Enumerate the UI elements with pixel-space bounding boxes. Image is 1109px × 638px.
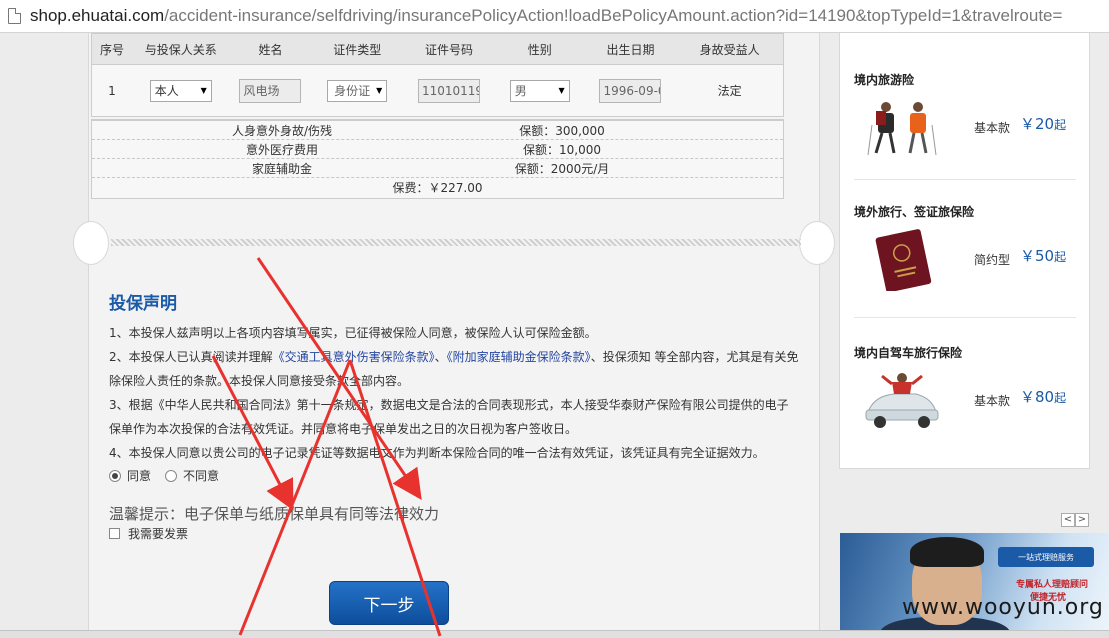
col-header-index: 序号 (99, 42, 124, 57)
clause-link-transport[interactable]: 《交通工具意外伤害保险条款》 (273, 350, 435, 364)
hikers-image (864, 95, 940, 159)
chevron-down-icon: ▼ (558, 86, 565, 95)
col-header-id-type: 证件类型 (333, 42, 382, 57)
disagree-radio[interactable] (165, 469, 178, 482)
ticket-notch-right (799, 221, 835, 265)
coverage-amount: 保额：10,000 (523, 142, 601, 157)
product-card-selfdrive[interactable]: 境内自驾车旅行保险 基本款 ￥80起 (854, 344, 1076, 444)
next-step-button[interactable]: 下一步 (329, 581, 449, 625)
banner-headline: 专属私人理赔顾问 (1016, 580, 1089, 590)
ticket-notch-left (73, 221, 109, 265)
product-title: 境内自驾车旅行保险 (854, 346, 963, 360)
col-header-name: 姓名 (258, 42, 283, 57)
invoice-label: 我需要发票 (128, 527, 189, 541)
id-number-field[interactable]: 110101199 (417, 78, 480, 103)
banner-pager: < > (1061, 513, 1089, 527)
pager-prev-button[interactable]: < (1061, 513, 1075, 527)
col-header-beneficiary: 身故受益人 (699, 42, 760, 57)
id-type-value: 身份证 (334, 84, 371, 98)
premium-total: 保费：￥227.00 (392, 181, 483, 195)
declaration-item-2: 2、本投保人已认真阅读并理解《交通工具意外伤害保险条款》、《附加家庭辅助金保险条… (109, 350, 799, 388)
coverage-name: 人身意外身故/伤残 (231, 123, 333, 138)
product-price: ￥80起 (1020, 388, 1067, 406)
name-field[interactable]: 风电场 (239, 78, 302, 103)
premium-row: 保费：￥227.00 (92, 178, 783, 197)
product-price: ￥50起 (1020, 247, 1067, 265)
chevron-down-icon: ▼ (376, 86, 383, 95)
pager-next-button[interactable]: > (1075, 513, 1089, 527)
consent-radio-group: 同意 不同意 (109, 467, 233, 484)
col-header-gender: 性别 (527, 42, 552, 57)
url-host: shop.ehuatai.com (30, 6, 165, 25)
coverage-name: 意外医疗费用 (245, 142, 318, 157)
col-header-relation: 与投保人关系 (144, 42, 217, 57)
status-bar (0, 630, 1109, 638)
birth-date-field[interactable]: 1996-09-09 (599, 78, 662, 103)
coverage-amount: 保额：300,000 (519, 123, 605, 138)
car-image (864, 368, 940, 432)
banner-person-hair (910, 537, 984, 567)
product-card-domestic[interactable]: 境内旅游险 基本款 ￥20起 (854, 71, 1076, 171)
divider (854, 317, 1076, 318)
invoice-checkbox[interactable] (109, 528, 120, 539)
declaration-title: 投保声明 (109, 294, 177, 314)
chevron-down-icon: ▼ (200, 86, 207, 95)
product-title: 境外旅行、签证旅保险 (854, 205, 975, 219)
claims-service-banner[interactable]: 一站式理赔服务 专属私人理赔顾问 便捷无忧 (840, 533, 1109, 638)
product-title: 境内旅游险 (854, 73, 915, 87)
col-header-id-number: 证件号码 (424, 42, 473, 57)
product-sidebar: 境内旅游险 基本款 ￥20起 境外旅行、签证旅保险 简约型 ￥50起 境内自驾车… (839, 33, 1090, 469)
insurance-form-card: 序号 与投保人关系 姓名 证件类型 证件号码 性别 出生日期 身故受益人 1 本… (73, 33, 835, 638)
id-type-select[interactable]: 身份证 ▼ (327, 79, 388, 102)
address-bar[interactable]: shop.ehuatai.com/accident-insurance/self… (0, 0, 1109, 33)
row-index: 1 (108, 83, 116, 98)
url-path: /accident-insurance/selfdriving/insuranc… (164, 6, 1063, 25)
product-type: 简约型 (974, 253, 1011, 267)
gender-value: 男 (514, 84, 527, 98)
declaration-item-4: 4、本投保人同意以贵公司的电子记录凭证等数据电文作为判断本保险合同的唯一合法有效… (109, 446, 765, 460)
coverage-name: 家庭辅助金 (251, 161, 312, 176)
perforated-divider (111, 239, 801, 246)
coverage-row: 意外医疗费用 保额：10,000 (92, 140, 783, 159)
warm-tip: 温馨提示：电子保单与纸质保单具有同等法律效力 (109, 505, 440, 523)
agree-radio[interactable] (109, 469, 121, 482)
declaration-item-3: 3、根据《中华人民共和国合同法》第十一条规定，数据电文是合法的合同表现形式，本人… (109, 398, 789, 436)
clause-link-family[interactable]: 《附加家庭辅助金保险条款》 (447, 350, 591, 364)
declaration-item-1: 1、本投保人兹声明以上各项内容填写属实，已征得被保险人同意，被保险人认可保险金额… (109, 326, 597, 340)
coverage-row: 人身意外身故/伤残 保额：300,000 (92, 121, 783, 140)
col-header-birth: 出生日期 (606, 42, 655, 57)
product-price: ￥20起 (1020, 115, 1067, 133)
gender-select[interactable]: 男 ▼ (509, 79, 570, 102)
agree-label: 同意 (127, 469, 152, 483)
table-row: 1 本人▼ 风电场 身份证▼ 110101199 男▼ 1996-09-09 法… (91, 65, 784, 117)
divider (854, 179, 1076, 180)
insured-table-header: 序号 与投保人关系 姓名 证件类型 证件号码 性别 出生日期 身故受益人 (91, 33, 784, 65)
invoice-option: 我需要发票 (109, 525, 188, 542)
product-card-overseas[interactable]: 境外旅行、签证旅保险 简约型 ￥50起 (854, 203, 1076, 303)
coverage-table: 人身意外身故/伤残 保额：300,000 意外医疗费用 保额：10,000 家庭… (91, 119, 784, 199)
watermark-text: www.wooyun.org (902, 595, 1104, 620)
declaration-text: 1、本投保人兹声明以上各项内容填写属实，已征得被保险人同意，被保险人认可保险金额… (109, 321, 799, 465)
beneficiary-value: 法定 (717, 84, 742, 98)
banner-logo: 一站式理赔服务 (998, 547, 1094, 567)
page-icon (8, 8, 21, 24)
disagree-label: 不同意 (183, 469, 220, 483)
coverage-row: 家庭辅助金 保额：2000元/月 (92, 159, 783, 178)
product-type: 基本款 (974, 394, 1011, 408)
relation-value: 本人 (154, 84, 179, 98)
coverage-amount: 保额：2000元/月 (514, 161, 610, 176)
passport-image (864, 227, 940, 291)
product-type: 基本款 (974, 121, 1011, 135)
relation-select[interactable]: 本人 ▼ (149, 79, 212, 102)
